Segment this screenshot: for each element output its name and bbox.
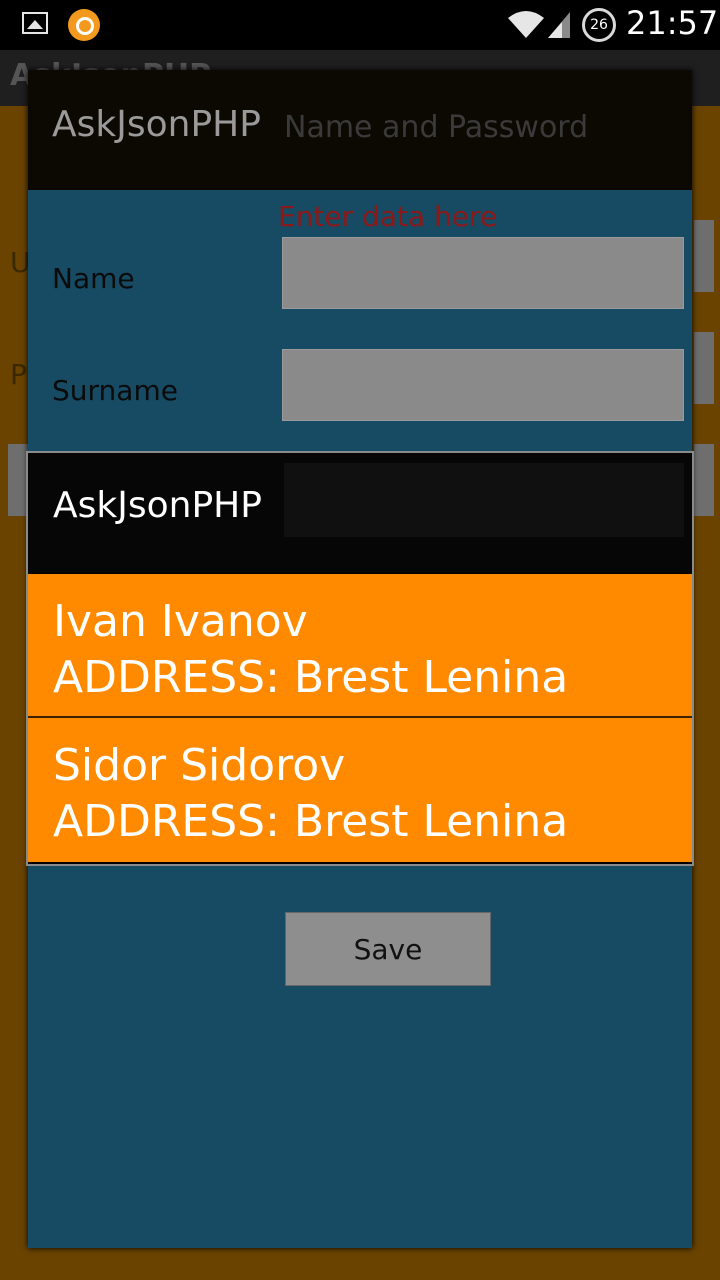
save-button[interactable]: Save — [285, 912, 491, 986]
username-field — [694, 220, 714, 292]
name-input[interactable] — [282, 237, 684, 309]
login-button-edge-right — [694, 444, 714, 516]
login-button-edge — [8, 444, 28, 516]
surname-input[interactable] — [282, 349, 684, 421]
person-address: ADDRESS: Brest Lenina — [53, 796, 569, 847]
results-list: Ivan Ivanov ADDRESS: Brest Lenina Sidor … — [28, 574, 692, 862]
input-behind — [284, 463, 684, 537]
sync-badge: 26 — [590, 17, 608, 33]
person-name: Ivan Ivanov — [53, 596, 308, 647]
password-field — [694, 332, 714, 404]
enter-data-hint: Enter data here — [278, 200, 498, 233]
list-item[interactable]: Ivan Ivanov ADDRESS: Brest Lenina — [28, 574, 692, 718]
wifi-icon — [508, 11, 544, 38]
sync-icon: 26 — [582, 8, 616, 42]
dialog-title: AskJsonPHP — [52, 104, 261, 145]
status-bar: 26 21:57 — [0, 0, 720, 50]
results-title-bar: AskJsonPHP — [28, 453, 692, 573]
gallery-icon — [22, 12, 48, 34]
person-address: ADDRESS: Brest Lenina — [53, 652, 569, 703]
password-label-fragment: P — [10, 358, 27, 391]
signal-icon — [548, 12, 570, 38]
dialog-subtitle: Name and Password — [284, 110, 589, 145]
clock: 21:57 — [626, 4, 719, 42]
name-label: Name — [52, 262, 135, 295]
list-item[interactable]: Sidor Sidorov ADDRESS: Brest Lenina — [28, 718, 692, 862]
surname-label: Surname — [52, 374, 178, 407]
results-dialog: AskJsonPHP Ivan Ivanov ADDRESS: Brest Le… — [26, 451, 694, 866]
results-title: AskJsonPHP — [53, 485, 262, 526]
person-name: Sidor Sidorov — [53, 740, 346, 791]
app-notification-icon — [68, 9, 100, 41]
dialog-title-bar: Name and Password AskJsonPHP — [28, 70, 692, 190]
